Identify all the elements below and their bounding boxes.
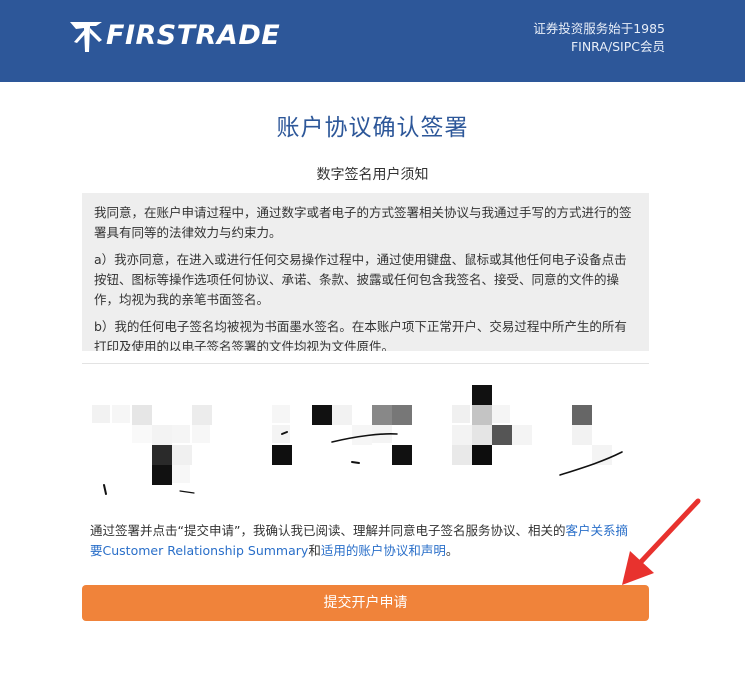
- page-title: 账户协议确认签署: [276, 115, 469, 141]
- notice-paragraph: b）我的任何电子签名均被视为书面墨水签名。在本账户项下正常开户、交易过程中所产生…: [94, 319, 627, 351]
- notice-subtitle: 数字签名用户须知: [316, 167, 429, 183]
- site-header: FIRSTRADE 证券投资服务始于1985 FINRA/SIPC会员: [0, 0, 745, 82]
- consent-text: 和: [308, 543, 321, 558]
- account-agreement-link[interactable]: 适用的账户协议和声明: [321, 543, 446, 558]
- header-tagline: 证券投资服务始于1985 FINRA/SIPC会员: [533, 20, 665, 56]
- notice-paragraph: a）我亦同意，在进入或进行任何交易操作过程中，通过使用键盘、鼠标或其他任何电子设…: [94, 252, 627, 307]
- signature-pad[interactable]: [82, 370, 649, 510]
- submit-application-button[interactable]: 提交开户申请: [82, 585, 649, 621]
- pixelated-signature: [92, 385, 612, 485]
- consent-text: 。: [445, 543, 459, 558]
- divider: [82, 363, 649, 364]
- notice-paragraph: 我同意，在账户申请过程中，通过数字或者电子的方式签署相关协议与我通过手写的方式进…: [94, 205, 632, 240]
- red-arrow-annotation-icon: [622, 498, 701, 585]
- tagline-line-2: FINRA/SIPC会员: [570, 39, 665, 54]
- tagline-line-1: 证券投资服务始于1985: [533, 21, 665, 36]
- consent-text: 通过签署并点击“提交申请”，我确认我已阅读、理解并同意电子签名服务协议、相关的: [90, 523, 566, 538]
- signature-notice-box[interactable]: 我同意，在账户申请过程中，通过数字或者电子的方式签署相关协议与我通过手写的方式进…: [82, 193, 649, 351]
- brand-name: FIRSTRADE: [106, 20, 281, 51]
- consent-statement: 通过签署并点击“提交申请”，我确认我已阅读、理解并同意电子签名服务协议、相关的客…: [90, 521, 640, 561]
